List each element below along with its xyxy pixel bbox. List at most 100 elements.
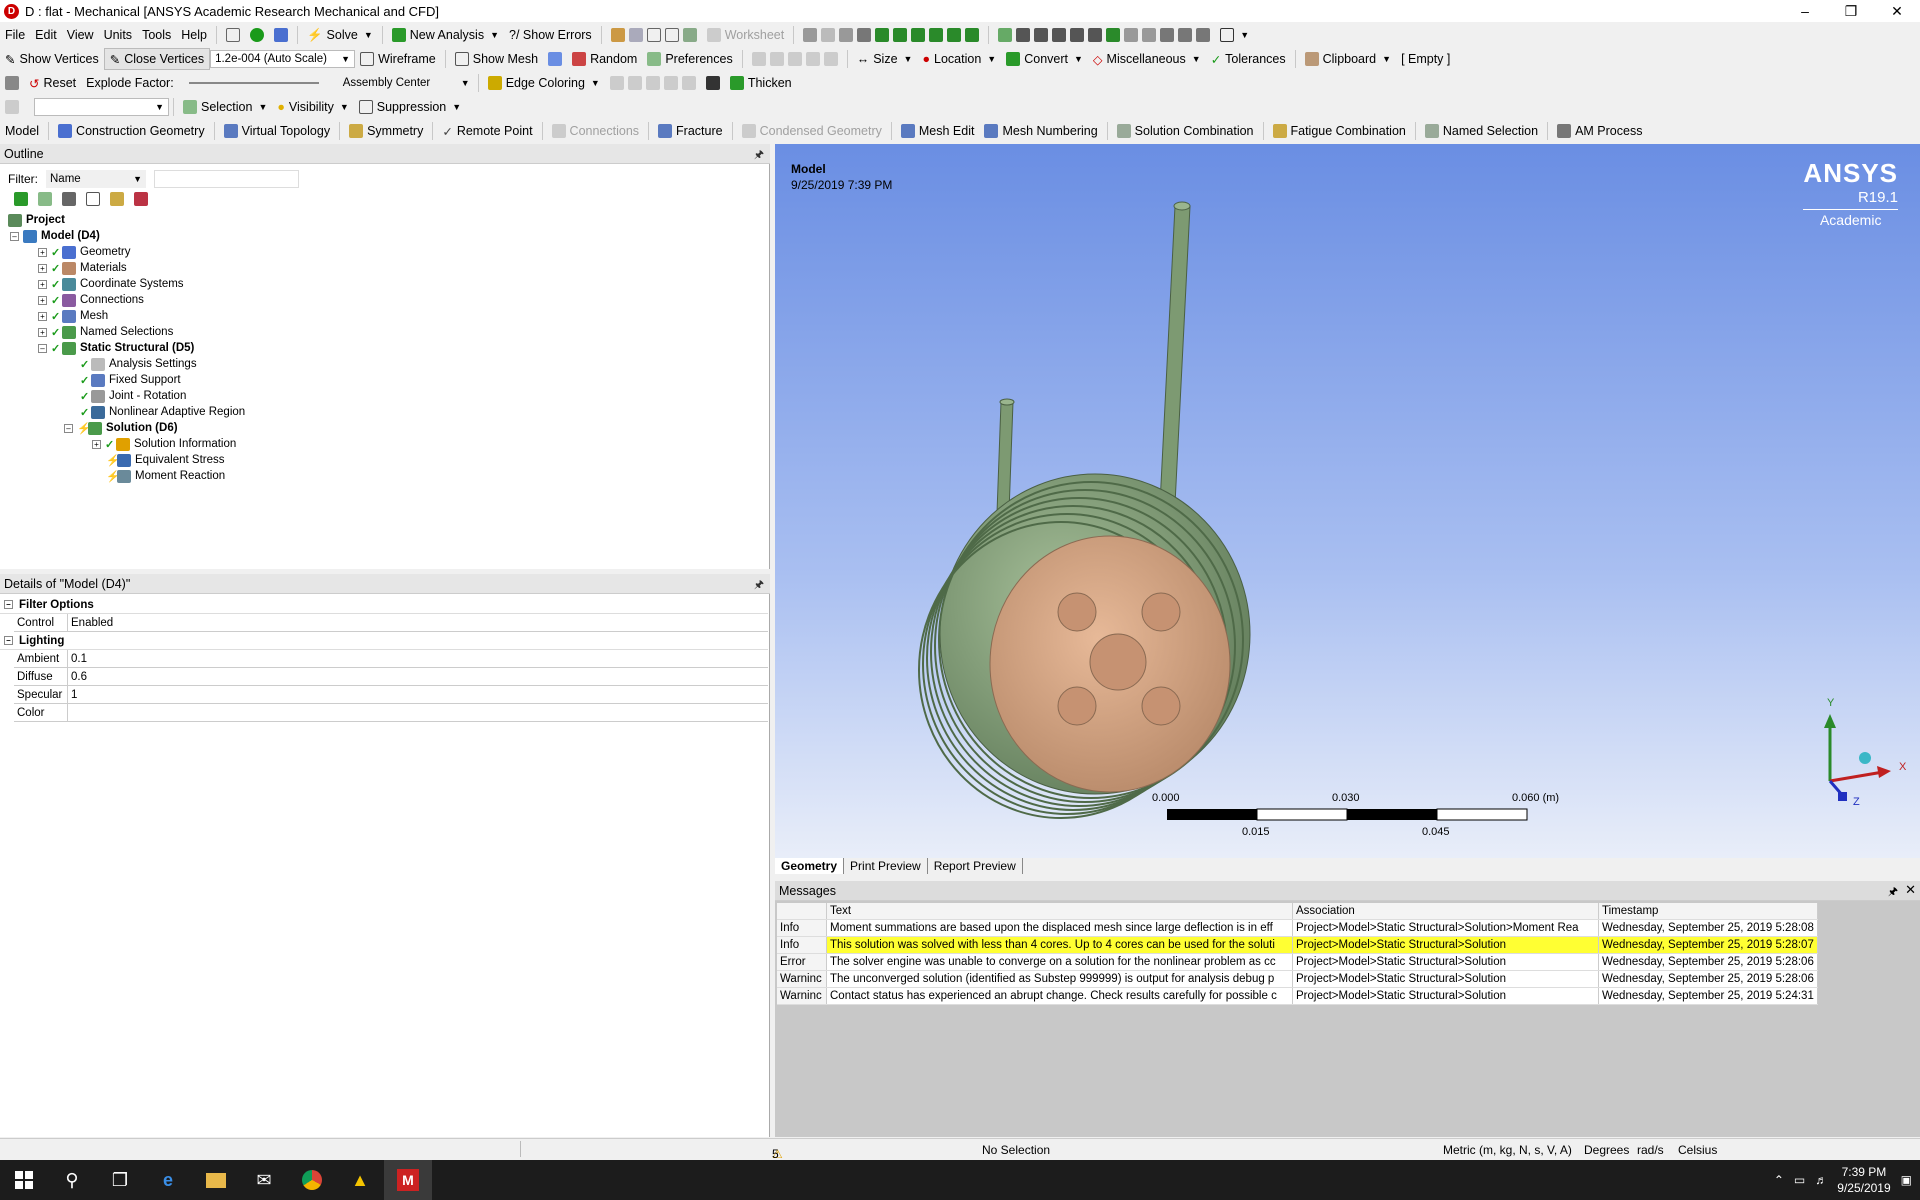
notification-icon[interactable]: ▣ bbox=[1901, 1173, 1912, 1187]
show-vertices-button[interactable]: ✎ Show Vertices bbox=[0, 48, 104, 70]
edge-coloring-dropdown[interactable]: Edge Coloring ▼ bbox=[483, 72, 605, 94]
menu-view[interactable]: View bbox=[62, 24, 99, 46]
file-explorer-icon[interactable] bbox=[192, 1160, 240, 1200]
chevron-up-icon[interactable]: ⌃ bbox=[1774, 1173, 1784, 1187]
filter-dropdown[interactable]: Name ▼ bbox=[46, 170, 146, 188]
thicken-button[interactable]: Thicken bbox=[725, 72, 797, 94]
mechanical-taskbar-icon[interactable]: M bbox=[384, 1160, 432, 1200]
random-button[interactable]: Random bbox=[567, 48, 642, 70]
model-render[interactable]: 0.000 0.030 0.060 (m) 0.015 0.045 Y X Z bbox=[775, 144, 1920, 860]
message-row[interactable]: Info This solution was solved with less … bbox=[777, 937, 1818, 954]
mesh-numbering-button[interactable]: Mesh Numbering bbox=[979, 120, 1102, 142]
visibility-dropdown[interactable]: ● Visibility ▼ bbox=[272, 96, 353, 118]
tree-node-named-selections[interactable]: + ✓ Named Selections bbox=[8, 324, 245, 340]
clipboard-dropdown[interactable]: Clipboard ▼ bbox=[1300, 48, 1396, 70]
restore-button[interactable]: ❐ bbox=[1828, 0, 1874, 22]
status-angle[interactable]: Degrees bbox=[1584, 1143, 1629, 1157]
edge-style-icons[interactable] bbox=[605, 72, 701, 94]
status-temp[interactable]: Celsius bbox=[1678, 1143, 1717, 1157]
ansys-workbench-icon[interactable]: ▲ bbox=[336, 1160, 384, 1200]
details-row-specular[interactable]: Specular 1 bbox=[14, 686, 768, 704]
tree-node-joint-rotation[interactable]: ✓ Joint - Rotation bbox=[8, 388, 245, 404]
menu-help[interactable]: Help bbox=[176, 24, 212, 46]
pin-icon[interactable]: 🖈 bbox=[1888, 883, 1898, 902]
tree-node-model[interactable]: – Model (D4) bbox=[8, 228, 245, 244]
tree-node-moment-reaction[interactable]: ⚡ Moment Reaction bbox=[8, 468, 245, 484]
tree-node-materials[interactable]: + ✓ Materials bbox=[8, 260, 245, 276]
edge-browser-icon[interactable]: e bbox=[144, 1160, 192, 1200]
miscellaneous-dropdown[interactable]: ◇ Miscellaneous ▼ bbox=[1088, 48, 1206, 70]
worksheet-button[interactable]: Worksheet bbox=[702, 24, 790, 46]
collapse-environments-icon[interactable] bbox=[38, 192, 52, 206]
tree-node-analysis-settings[interactable]: ✓ Analysis Settings bbox=[8, 356, 245, 372]
preferences-button[interactable]: Preferences bbox=[642, 48, 737, 70]
task-view-icon[interactable]: ❐ bbox=[96, 1160, 144, 1200]
solve-button[interactable]: ⚡ Solve ▼ bbox=[302, 24, 378, 46]
tree-node-fixed-support[interactable]: ✓ Fixed Support bbox=[8, 372, 245, 388]
minimize-button[interactable]: – bbox=[1782, 0, 1828, 22]
toolbar-icons-b[interactable] bbox=[798, 24, 984, 46]
tree-node-project[interactable]: Project bbox=[8, 212, 245, 228]
column-header[interactable] bbox=[777, 903, 827, 919]
details-group-filter-options[interactable]: – Filter Options bbox=[0, 596, 768, 614]
menu-edit[interactable]: Edit bbox=[30, 24, 62, 46]
remote-point-button[interactable]: ✓ Remote Point bbox=[437, 120, 537, 142]
named-selection-button[interactable]: Named Selection bbox=[1420, 120, 1543, 142]
tree-node-solution[interactable]: – ⚡ Solution (D6) bbox=[8, 420, 245, 436]
tree-node-mesh[interactable]: + ✓ Mesh bbox=[8, 308, 245, 324]
reset-button[interactable]: ↺ Reset bbox=[24, 72, 81, 94]
windows-start-icon[interactable] bbox=[0, 1160, 48, 1200]
details-row-color[interactable]: Color bbox=[14, 704, 768, 722]
graph-icon[interactable] bbox=[269, 24, 293, 46]
status-units[interactable]: Metric (m, kg, N, s, V, A) bbox=[1443, 1143, 1572, 1157]
show-mesh-button[interactable]: Show Mesh bbox=[450, 48, 543, 70]
convert-dropdown[interactable]: Convert ▼ bbox=[1001, 48, 1088, 70]
fracture-button[interactable]: Fracture bbox=[653, 120, 728, 142]
message-row[interactable]: Warninc Contact status has experienced a… bbox=[777, 988, 1818, 1005]
selection-dropdown[interactable]: Selection ▼ bbox=[178, 96, 272, 118]
close-window-button[interactable]: ✕ bbox=[1874, 0, 1920, 22]
pin-icon[interactable]: 🖈 bbox=[754, 146, 764, 165]
details-row-control[interactable]: Control Enabled bbox=[14, 614, 768, 632]
construction-geometry-button[interactable]: Construction Geometry bbox=[53, 120, 210, 142]
symmetry-button[interactable]: Symmetry bbox=[344, 120, 428, 142]
toolbar-icons-a[interactable] bbox=[606, 24, 702, 46]
virtual-topology-button[interactable]: Virtual Topology bbox=[219, 120, 336, 142]
condensed-geometry-button[interactable]: Condensed Geometry bbox=[737, 120, 887, 142]
refresh-icon[interactable] bbox=[14, 192, 28, 206]
dimension-icons[interactable] bbox=[747, 48, 843, 70]
column-header[interactable]: Text bbox=[827, 903, 1293, 919]
tree-node-nonlinear-adaptive-region[interactable]: ✓ Nonlinear Adaptive Region bbox=[8, 404, 245, 420]
named-selection-dropdown[interactable]: ▼ bbox=[34, 98, 169, 116]
column-header[interactable]: Timestamp bbox=[1599, 903, 1818, 919]
new-analysis-button[interactable]: New Analysis ▼ bbox=[387, 24, 504, 46]
tree-node-coordinate-systems[interactable]: + ✓ Coordinate Systems bbox=[8, 276, 245, 292]
message-row[interactable]: Warninc The unconverged solution (identi… bbox=[777, 971, 1818, 988]
solution-combination-button[interactable]: Solution Combination bbox=[1112, 120, 1259, 142]
filter-search-input[interactable] bbox=[154, 170, 299, 188]
tab-geometry[interactable]: Geometry bbox=[775, 858, 845, 874]
chrome-icon[interactable] bbox=[288, 1160, 336, 1200]
axis-triad[interactable]: Y X Z bbox=[1824, 697, 1907, 808]
pen-icon[interactable] bbox=[701, 72, 725, 94]
expand-all-icon[interactable] bbox=[86, 192, 100, 206]
assembly-center-dropdown[interactable]: Assembly Center ▼ bbox=[339, 74, 474, 92]
message-row[interactable]: Info Moment summations are based upon th… bbox=[777, 920, 1818, 937]
check-icon[interactable] bbox=[245, 24, 269, 46]
volume-icon[interactable]: ♬ bbox=[1815, 1173, 1827, 1187]
network-icon[interactable]: ▭ bbox=[1794, 1173, 1805, 1187]
show-errors-button[interactable]: ?/ Show Errors bbox=[504, 24, 597, 46]
wireframe-button[interactable]: Wireframe bbox=[355, 48, 441, 70]
mail-icon[interactable]: ✉ bbox=[240, 1160, 288, 1200]
menu-file[interactable]: File bbox=[0, 24, 30, 46]
column-header[interactable]: Association bbox=[1293, 903, 1599, 919]
command-icon[interactable] bbox=[221, 24, 245, 46]
context-model[interactable]: Model bbox=[0, 120, 44, 142]
location-dropdown[interactable]: ● Location ▼ bbox=[917, 48, 1001, 70]
explode-factor-slider[interactable] bbox=[188, 82, 319, 84]
tree-node-static-structural[interactable]: – ✓ Static Structural (D5) bbox=[8, 340, 245, 356]
explode-icon[interactable] bbox=[0, 72, 24, 94]
collapse-models-icon[interactable] bbox=[62, 192, 76, 206]
tab-print-preview[interactable]: Print Preview bbox=[844, 858, 928, 874]
am-process-button[interactable]: AM Process bbox=[1552, 120, 1647, 142]
